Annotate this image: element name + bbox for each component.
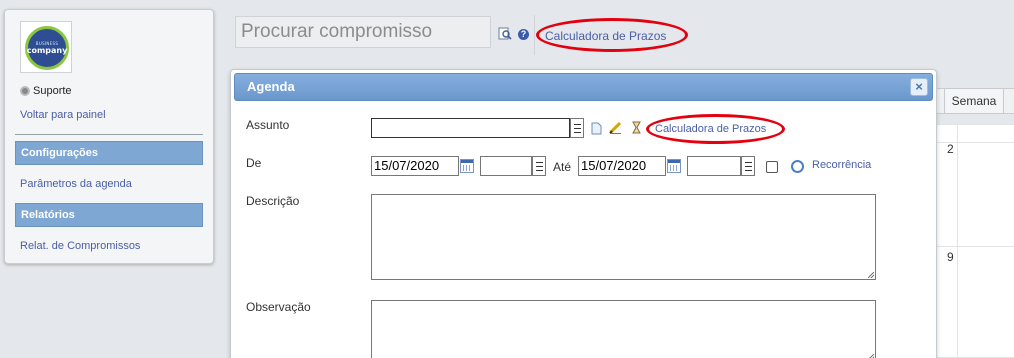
hourglass-icon[interactable] bbox=[630, 121, 643, 134]
toolbar-separator bbox=[534, 15, 535, 55]
recurrence-icon[interactable] bbox=[791, 160, 804, 173]
recurrence-checkbox[interactable] bbox=[766, 161, 778, 173]
agenda-parameters-link[interactable]: Parâmetros da agenda bbox=[20, 178, 132, 190]
assunto-label: Assunto bbox=[246, 118, 290, 132]
descricao-label: Descrição bbox=[246, 194, 300, 208]
resize-handle[interactable] bbox=[868, 354, 874, 358]
calendar-grid: 2 9 bbox=[935, 124, 1014, 358]
descricao-textarea[interactable] bbox=[371, 194, 876, 280]
support-label: Suporte bbox=[33, 85, 72, 97]
gear-icon bbox=[20, 86, 30, 96]
start-date-input[interactable]: 15/07/2020 bbox=[371, 156, 459, 176]
highlight-ring-dialog bbox=[646, 114, 785, 144]
end-time-list-button[interactable] bbox=[741, 156, 755, 176]
ate-label: Até bbox=[553, 160, 572, 174]
observacao-textarea[interactable] bbox=[371, 300, 876, 358]
observacao-label: Observação bbox=[246, 300, 311, 314]
support-link[interactable]: Suporte bbox=[20, 85, 72, 97]
help-icon[interactable]: ? bbox=[518, 29, 529, 40]
dialog-title-text: Agenda bbox=[247, 79, 295, 94]
resize-handle[interactable] bbox=[868, 272, 874, 278]
divider bbox=[15, 134, 203, 135]
assunto-list-button[interactable] bbox=[570, 118, 584, 138]
de-label: De bbox=[246, 156, 262, 170]
start-date-calendar-icon[interactable] bbox=[460, 159, 474, 173]
start-time-list-button[interactable] bbox=[532, 156, 546, 176]
back-to-panel-link[interactable]: Voltar para painel bbox=[20, 109, 106, 121]
search-input[interactable]: Procurar compromisso bbox=[235, 16, 491, 48]
end-date-calendar-icon[interactable] bbox=[667, 159, 681, 173]
recurrence-link[interactable]: Recorrência bbox=[812, 159, 871, 171]
edit-pencil-icon[interactable] bbox=[609, 121, 622, 134]
close-button[interactable]: × bbox=[910, 78, 928, 96]
appointments-report-link[interactable]: Relat. de Compromissos bbox=[20, 240, 140, 252]
day-number[interactable]: 9 bbox=[947, 250, 954, 264]
dialog-title: Agenda × bbox=[234, 73, 933, 101]
start-time-input[interactable] bbox=[480, 156, 532, 176]
tab-semana[interactable]: Semana bbox=[944, 88, 1004, 114]
highlight-ring-top bbox=[536, 18, 688, 52]
day-number[interactable]: 2 bbox=[947, 142, 954, 156]
end-time-input[interactable] bbox=[687, 156, 741, 176]
sidebar: BUSINESS company Suporte Voltar para pai… bbox=[4, 9, 214, 264]
search-icon[interactable] bbox=[498, 27, 512, 41]
logo-text: company bbox=[26, 46, 68, 55]
section-header-configuracoes: Configurações bbox=[15, 141, 203, 165]
company-logo: BUSINESS company bbox=[20, 21, 72, 73]
assunto-input[interactable] bbox=[371, 118, 570, 138]
section-header-relatorios: Relatórios bbox=[15, 203, 203, 227]
new-document-icon[interactable] bbox=[590, 122, 603, 135]
agenda-dialog: Agenda × Assunto Calculadora de Prazos D… bbox=[230, 69, 937, 358]
end-date-input[interactable]: 15/07/2020 bbox=[578, 156, 666, 176]
